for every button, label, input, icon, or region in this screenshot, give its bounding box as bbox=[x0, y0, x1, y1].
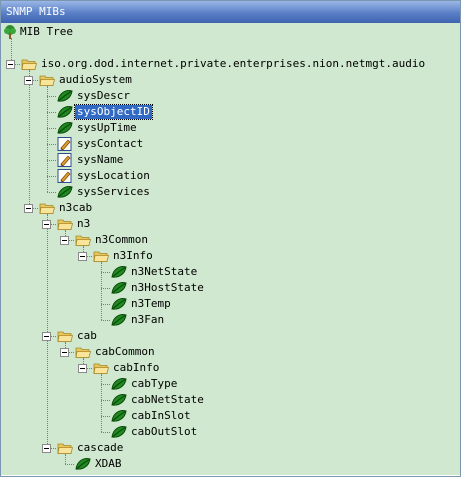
leaf-icon bbox=[111, 410, 127, 422]
leaf-icon bbox=[111, 298, 127, 310]
tree-node-label[interactable]: sysContact bbox=[75, 137, 145, 151]
tree-node-label[interactable]: sysName bbox=[75, 153, 125, 167]
tree-node-label[interactable]: cabNetState bbox=[129, 393, 206, 407]
tree-node-label[interactable]: sysObjectID bbox=[74, 104, 153, 120]
leaf-icon bbox=[111, 394, 127, 406]
tree-root-label[interactable]: MIB Tree bbox=[18, 25, 75, 39]
tree-node-label[interactable]: n3NetState bbox=[129, 265, 199, 279]
folder-open-icon bbox=[21, 59, 37, 70]
collapse-toggle-icon[interactable] bbox=[24, 204, 33, 213]
folder-open-icon bbox=[75, 347, 91, 358]
tree-node-label[interactable]: cabInSlot bbox=[129, 409, 193, 423]
tree-node-label[interactable]: cabType bbox=[129, 377, 179, 391]
tree-node-label[interactable]: cabCommon bbox=[93, 345, 157, 359]
collapse-toggle-icon[interactable] bbox=[24, 76, 33, 85]
tree-root[interactable]: MIB Tree bbox=[1, 24, 201, 40]
tree-node-label[interactable]: n3cab bbox=[57, 201, 94, 215]
collapse-toggle-icon[interactable] bbox=[60, 348, 69, 357]
collapse-toggle-icon[interactable] bbox=[6, 60, 15, 69]
leaf-icon bbox=[111, 314, 127, 326]
collapse-toggle-icon[interactable] bbox=[42, 220, 51, 229]
tree-leaf-node[interactable]: n3Temp bbox=[1, 296, 460, 312]
tree-leaf-node[interactable]: sysDescr bbox=[1, 88, 460, 104]
tree-node-label[interactable]: cabOutSlot bbox=[129, 425, 199, 439]
title-bar: SNMP MIBs bbox=[1, 1, 460, 23]
snmp-mibs-panel: SNMP MIBs MIB Tree iso.org.dod.internet.… bbox=[0, 0, 461, 477]
tree-node-label[interactable]: cab bbox=[75, 329, 99, 343]
tree-leaf-node[interactable]: sysObjectID bbox=[1, 104, 460, 120]
tree-leaf-node[interactable]: sysName bbox=[1, 152, 460, 168]
leaf-icon bbox=[57, 90, 73, 102]
leaf-icon bbox=[57, 106, 73, 118]
tree-node-label[interactable]: audioSystem bbox=[57, 73, 134, 87]
tree-folder-node[interactable]: cabInfo bbox=[1, 360, 460, 376]
folder-open-icon bbox=[75, 235, 91, 246]
tree-node-label[interactable]: sysDescr bbox=[75, 89, 132, 103]
tree-folder-node[interactable]: n3cab bbox=[1, 200, 460, 216]
tree-leaf-node[interactable]: n3NetState bbox=[1, 264, 460, 280]
leaf-icon bbox=[111, 426, 127, 438]
tree-leaf-node[interactable]: n3Fan bbox=[1, 312, 460, 328]
folder-open-icon bbox=[57, 443, 73, 454]
pencil-doc-icon bbox=[57, 137, 72, 151]
collapse-toggle-icon[interactable] bbox=[78, 364, 87, 373]
leaf-icon bbox=[57, 122, 73, 134]
tree-folder-node[interactable]: n3 bbox=[1, 216, 460, 232]
collapse-toggle-icon[interactable] bbox=[78, 252, 87, 261]
tree-leaf-node[interactable]: sysContact bbox=[1, 136, 460, 152]
tree-leaf-node[interactable]: sysUpTime bbox=[1, 120, 460, 136]
tree-folder-node[interactable]: iso.org.dod.internet.private.enterprises… bbox=[1, 56, 460, 72]
tree-leaf-node[interactable]: XDAB bbox=[1, 456, 460, 472]
tree-leaf-node[interactable]: cabInSlot bbox=[1, 408, 460, 424]
tree-node-label[interactable]: XDAB bbox=[93, 457, 124, 471]
leaf-icon bbox=[111, 266, 127, 278]
tree-leaf-node[interactable]: cabOutSlot bbox=[1, 424, 460, 440]
folder-open-icon bbox=[57, 219, 73, 230]
tree-folder-node[interactable]: audioSystem bbox=[1, 72, 460, 88]
tree-node-label[interactable]: sysLocation bbox=[75, 169, 152, 183]
tree-folder-node[interactable]: n3Info bbox=[1, 248, 460, 264]
tree-node-label[interactable]: sysServices bbox=[75, 185, 152, 199]
folder-open-icon bbox=[57, 331, 73, 342]
tree-leaf-node[interactable]: cabType bbox=[1, 376, 460, 392]
mib-tree[interactable]: MIB Tree iso.org.dod.internet.private.en… bbox=[1, 23, 460, 475]
folder-open-icon bbox=[39, 75, 55, 86]
tree-node-label[interactable]: cabInfo bbox=[111, 361, 161, 375]
leaf-icon bbox=[111, 378, 127, 390]
folder-open-icon bbox=[39, 203, 55, 214]
tree-node-label[interactable]: n3Fan bbox=[129, 313, 166, 327]
collapse-toggle-icon[interactable] bbox=[42, 444, 51, 453]
leaf-icon bbox=[75, 458, 91, 470]
tree-leaf-node[interactable]: sysServices bbox=[1, 184, 460, 200]
tree-node-label[interactable]: sysUpTime bbox=[75, 121, 139, 135]
folder-open-icon bbox=[93, 251, 109, 262]
collapse-toggle-icon[interactable] bbox=[60, 236, 69, 245]
leaf-icon bbox=[57, 186, 73, 198]
tree-node-label[interactable]: n3Common bbox=[93, 233, 150, 247]
window-title: SNMP MIBs bbox=[6, 5, 66, 18]
tree-leaf-node[interactable]: sysLocation bbox=[1, 168, 460, 184]
pencil-doc-icon bbox=[57, 169, 72, 183]
tree-folder-node[interactable]: cascade bbox=[1, 440, 460, 456]
tree-folder-node[interactable]: cabCommon bbox=[1, 344, 460, 360]
collapse-toggle-icon[interactable] bbox=[42, 332, 51, 341]
leaf-icon bbox=[111, 282, 127, 294]
tree-node-label[interactable]: n3Temp bbox=[129, 297, 173, 311]
tree-folder-node[interactable]: n3Common bbox=[1, 232, 460, 248]
tree-icon bbox=[4, 25, 16, 39]
tree-leaf-node[interactable]: n3HostState bbox=[1, 280, 460, 296]
tree-folder-node[interactable]: cab bbox=[1, 328, 460, 344]
tree-node-label[interactable]: n3Info bbox=[111, 249, 155, 263]
pencil-doc-icon bbox=[57, 153, 72, 167]
tree-node-label[interactable]: n3HostState bbox=[129, 281, 206, 295]
tree-node-label[interactable]: cascade bbox=[75, 441, 125, 455]
tree-node-label[interactable]: iso.org.dod.internet.private.enterprises… bbox=[39, 57, 427, 71]
folder-open-icon bbox=[93, 363, 109, 374]
tree-leaf-node[interactable]: cabNetState bbox=[1, 392, 460, 408]
tree-node-label[interactable]: n3 bbox=[75, 217, 92, 231]
